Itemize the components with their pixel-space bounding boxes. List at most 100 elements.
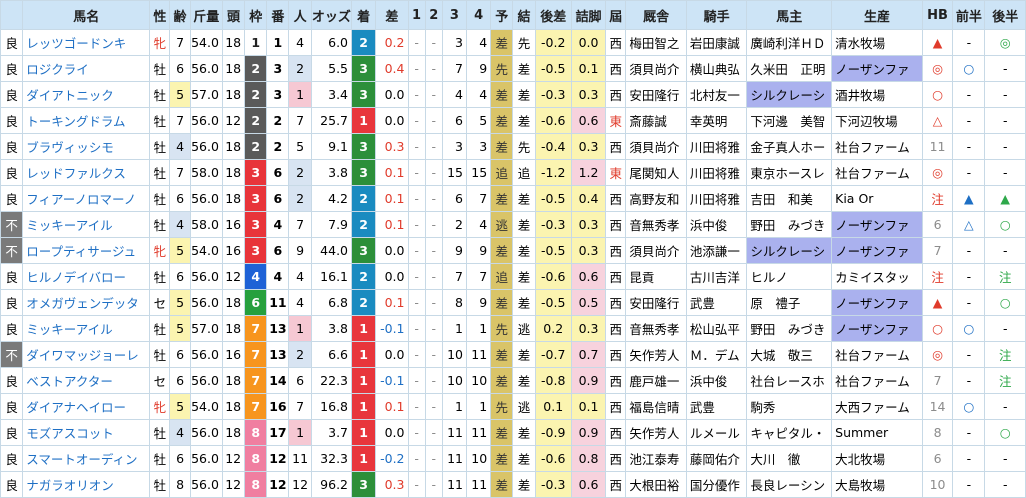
column-header[interactable]: 1 — [407, 0, 426, 30]
column-header[interactable]: 頭 — [221, 0, 246, 30]
cell-corner1: - — [407, 445, 426, 472]
cell-horse-name[interactable]: ロジクライ — [22, 55, 151, 82]
cell-jockey: 藤岡佑介 — [685, 445, 748, 472]
table-row[interactable]: 良フィアーノロマーノ牡 6 56.0 18 3 6 2 4.2 2 0.1- -6 7 差差 -0.5 0.… — [0, 185, 1026, 212]
cell-owner: 廣崎利洋ＨＤ — [746, 29, 833, 56]
cell-horse-name[interactable]: ダイアトニック — [22, 81, 151, 108]
column-header[interactable]: 枠 — [244, 0, 268, 30]
cell-closing: 0.9 — [570, 419, 607, 446]
cell-finish: 1 — [351, 393, 377, 420]
cell-horse-name[interactable]: ロープティサージュ — [22, 237, 151, 264]
cell-corner3: 4 — [441, 81, 467, 108]
column-header[interactable]: 厩舎 — [625, 0, 687, 30]
cell-trainer: 須貝尚介 — [625, 237, 687, 264]
column-header[interactable]: 屆 — [605, 0, 627, 30]
table-row[interactable]: 良スマートオーディン牡 6 56.0 12 8 12 11 32.3 1 -0.2- -11 10 差差… — [0, 445, 1026, 472]
column-header[interactable]: 2 — [424, 0, 443, 30]
cell-horse-name[interactable]: ヒルノデイバロー — [22, 263, 151, 290]
cell-horse-name[interactable]: ミッキーアイル — [22, 315, 151, 342]
table-row[interactable]: 良モズアスコット牡 4 56.0 18 8 17 1 3.7 1 0.0- -11 11 差差 -0.9 0… — [0, 419, 1026, 446]
column-header[interactable]: 番 — [266, 0, 290, 30]
cell-condition: 良 — [0, 81, 24, 108]
column-header[interactable]: 騎手 — [685, 0, 748, 30]
column-header[interactable]: 人 — [288, 0, 312, 30]
cell-corner3: 1 — [441, 315, 467, 342]
cell-hb-mark: △ — [921, 107, 954, 134]
cell-popularity: 6 — [288, 367, 312, 394]
cell-horse-name[interactable]: トーキングドラム — [22, 107, 151, 134]
column-header[interactable]: 後半 — [984, 0, 1026, 30]
cell-prediction: 差 — [490, 185, 514, 212]
table-row[interactable]: 不ロープティサージュ牝 5 54.0 16 3 6 9 44.0 3 0.0- -9 9 差差 -0.5 0… — [0, 237, 1026, 264]
cell-closing: 0.1 — [570, 55, 607, 82]
cell-corner1: - — [407, 81, 426, 108]
cell-prediction: 差 — [490, 81, 514, 108]
cell-corner3: 6 — [441, 185, 467, 212]
cell-age: 7 — [169, 29, 191, 56]
cell-result: 追 — [512, 159, 536, 186]
table-row[interactable]: 良オメガヴェンデッタセ 5 56.0 18 6 11 4 6.8 2 0.1- -8 9 差差 -0.5 0… — [0, 289, 1026, 316]
cell-weight: 56.0 — [189, 263, 223, 290]
cell-corner4: 7 — [465, 263, 492, 290]
cell-horse-name[interactable]: ベストアクター — [22, 367, 151, 394]
column-header[interactable]: 差 — [375, 0, 409, 30]
cell-horse-name[interactable]: ダイアナヘイロー — [22, 393, 151, 420]
table-row[interactable]: 良ミッキーアイル牡 5 57.0 18 7 13 1 3.8 1 -0.1- -1 1 先逃 0.2 0.3… — [0, 315, 1026, 342]
column-header[interactable] — [0, 0, 24, 30]
cell-first-half: - — [952, 81, 986, 108]
column-header[interactable]: 馬名 — [22, 0, 151, 30]
cell-horse-name[interactable]: レッドファルクス — [22, 159, 151, 186]
column-header[interactable]: 性 — [149, 0, 171, 30]
cell-weight: 56.0 — [189, 185, 223, 212]
column-header[interactable]: 詰脚 — [570, 0, 607, 30]
table-row[interactable]: 良レッツゴードンキ牝 7 54.0 18 1 1 4 6.0 2 0.2- -3 4 差先 -0.2 0.0… — [0, 29, 1026, 56]
cell-prediction: 先 — [490, 315, 514, 342]
cell-corner3: 3 — [441, 133, 467, 160]
column-header[interactable]: 前半 — [952, 0, 986, 30]
cell-horse-name[interactable]: ミッキーアイル — [22, 211, 151, 238]
cell-second-half: ○ — [984, 211, 1026, 238]
column-header[interactable]: 馬主 — [746, 0, 833, 30]
table-row[interactable]: 良ベストアクターセ 6 56.0 18 7 14 6 22.3 1 -0.1- -10 10 差差 -0.… — [0, 367, 1026, 394]
column-header[interactable]: 斤量 — [189, 0, 223, 30]
cell-umaban: 3 — [266, 55, 290, 82]
cell-horse-name[interactable]: スマートオーディン — [22, 445, 151, 472]
table-row[interactable]: 良トーキングドラム牡 7 56.0 12 2 2 7 25.7 1 0.0- -6 5 差差 -0.6 0.… — [0, 107, 1026, 134]
cell-horse-name[interactable]: フィアーノロマーノ — [22, 185, 151, 212]
cell-first-half: - — [952, 445, 986, 472]
cell-hb-mark: 8 — [921, 419, 954, 446]
cell-sex: 牡 — [149, 263, 171, 290]
column-header[interactable]: オッズ — [310, 0, 353, 30]
column-header[interactable]: 予 — [490, 0, 514, 30]
column-header[interactable]: 齢 — [169, 0, 191, 30]
table-row[interactable]: 良ヒルノデイバロー牡 6 56.0 12 4 4 4 16.1 2 0.0- -7 7 追差 -0.6 0.… — [0, 263, 1026, 290]
cell-second-half: 注 — [984, 341, 1026, 368]
column-header[interactable]: HB — [921, 0, 954, 30]
table-row[interactable]: 不ダイワマッジョーレ牡 6 56.0 16 7 13 2 6.6 1 0.0- -10 11 差差 -0.… — [0, 341, 1026, 368]
cell-closing: 0.0 — [570, 29, 607, 56]
column-header[interactable]: 3 — [441, 0, 467, 30]
cell-prediction: 追 — [490, 159, 514, 186]
cell-second-half: ▲ — [984, 185, 1026, 212]
table-row[interactable]: 不ミッキーアイル牡 4 58.0 16 3 4 7 7.9 2 0.1- -2 4 逃差 -0.3 0.3 西… — [0, 211, 1026, 238]
cell-trainer: 斎藤誠 — [625, 107, 687, 134]
cell-field-size: 18 — [221, 393, 246, 420]
cell-horse-name[interactable]: オメガヴェンデッタ — [22, 289, 151, 316]
cell-popularity: 7 — [288, 393, 312, 420]
table-row[interactable]: 良ブラヴィッシモ牡 4 56.0 18 2 2 5 9.1 3 0.3- -3 3 差先 -0.4 0.3 西… — [0, 133, 1026, 160]
column-header[interactable]: 後差 — [534, 0, 572, 30]
cell-margin: 0.1 — [375, 289, 409, 316]
table-row[interactable]: 良ダイアナヘイロー牝 5 54.0 18 7 16 7 16.8 1 0.1- -1 1 先逃 0.1 0.… — [0, 393, 1026, 420]
cell-horse-name[interactable]: モズアスコット — [22, 419, 151, 446]
column-header[interactable]: 生産 — [831, 0, 923, 30]
cell-horse-name[interactable]: レッツゴードンキ — [22, 29, 151, 56]
table-row[interactable]: 良ロジクライ牡 6 56.0 18 2 3 2 5.5 3 0.4- -7 9 先差 -0.5 0.1 西須貝… — [0, 55, 1026, 82]
cell-horse-name[interactable]: ダイワマッジョーレ — [22, 341, 151, 368]
column-header[interactable]: 着 — [351, 0, 377, 30]
table-row[interactable]: 良ダイアトニック牡 5 57.0 18 2 3 1 3.4 3 0.0- -4 4 差差 -0.3 0.3 西… — [0, 81, 1026, 108]
cell-corner4: 10 — [465, 445, 492, 472]
cell-horse-name[interactable]: ブラヴィッシモ — [22, 133, 151, 160]
column-header[interactable]: 結 — [512, 0, 536, 30]
column-header[interactable]: 4 — [465, 0, 492, 30]
table-row[interactable]: 良レッドファルクス牡 7 58.0 18 3 6 2 3.8 3 0.1- -15 15 追追 -1.2 1… — [0, 159, 1026, 186]
